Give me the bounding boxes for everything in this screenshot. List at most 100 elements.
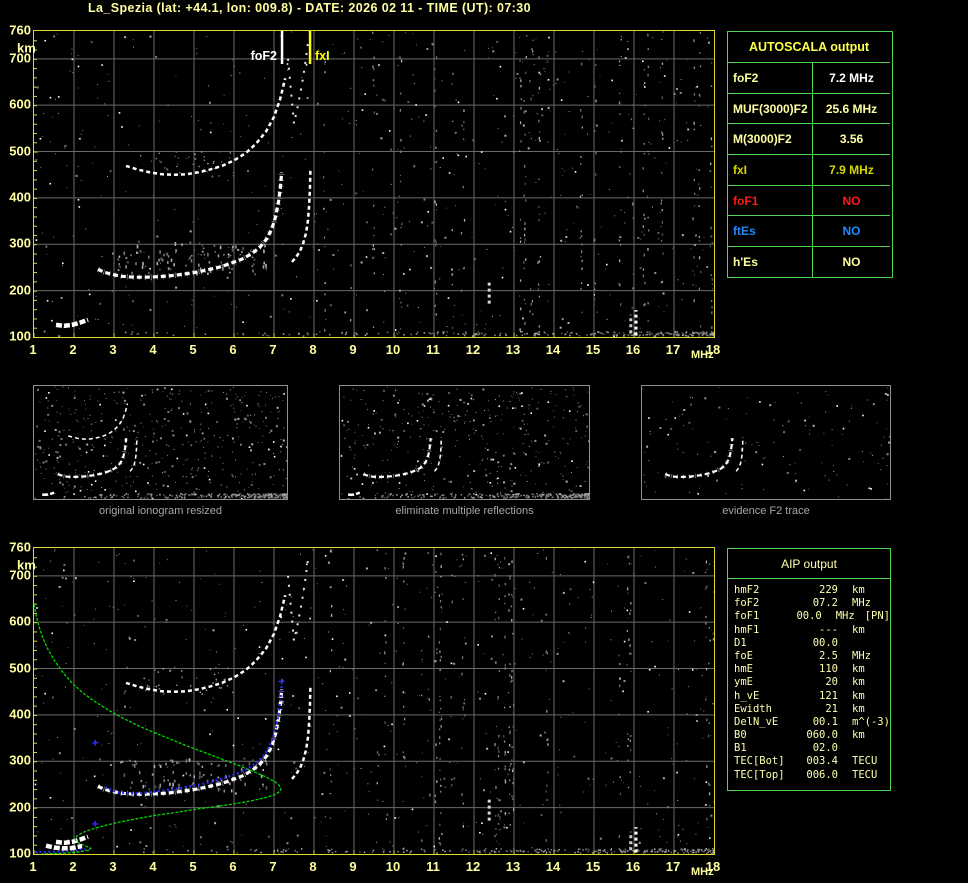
aip-row-unit: km (852, 729, 865, 742)
thumb_evidence-canvas (642, 386, 891, 500)
aip-row-unit: TECU (852, 755, 878, 768)
aip-row-TEC[Bot]: TEC[Bot] 003.4 TECU (734, 755, 890, 768)
y-axis-label: 760 (9, 539, 31, 555)
aip-row-value: 00.1 (812, 715, 838, 728)
x-axis-label: 8 (309, 859, 317, 874)
thumbnail-eliminate-multiples (339, 385, 591, 501)
x-axis-label: 1 (29, 342, 37, 357)
aip-row-foF2: foF2 07.2 MHz (734, 597, 890, 610)
aip-row-label: foE (734, 649, 753, 662)
thumbnail-evidence-f2-trace (641, 385, 891, 500)
aip-row-label: h_vE (734, 689, 760, 702)
aip-row-foE: foE 2.5 MHz (734, 650, 890, 663)
bottom_ionogram-canvas (33, 548, 717, 857)
x-axis-label: 11 (426, 859, 440, 874)
aip-row-value: 003.4 (806, 755, 838, 768)
aip-row-unit: MHz (852, 597, 871, 610)
aip-row-unit: km (852, 584, 865, 596)
y-axis-label: 600 (9, 613, 31, 629)
aip-row-label: hmF2 (734, 584, 760, 596)
aip-row-hmE: hmE 110 km (734, 663, 890, 676)
aip-row-value: 00.0 (796, 610, 822, 623)
aip-row-unit: km (852, 623, 865, 636)
aip-row-value: 229 (819, 584, 838, 596)
x-axis-label: 14 (545, 859, 561, 874)
x-axis-label: 3 (109, 859, 117, 874)
ionogram-plot-top: foF2 fxI (33, 30, 716, 339)
x-axis-label: 4 (149, 342, 157, 357)
aip-row-label: B1 (734, 742, 747, 755)
y-axis-label: 200 (9, 799, 31, 815)
marker-label-fxI: fxI (315, 49, 330, 63)
aip-row-unit: km (852, 676, 865, 689)
aip-row-label: hmF1 (734, 623, 760, 636)
aip-row-unit: km (852, 663, 865, 676)
aip-row-value: --- (819, 623, 838, 636)
x-axis-label: 12 (465, 342, 481, 357)
aip-row-value: 2.5 (819, 649, 838, 662)
y-axis-label: 300 (9, 235, 31, 251)
aip-row-value: 21 (825, 702, 838, 715)
y-axis-unit: km (17, 40, 36, 56)
x-axis-label: 4 (149, 859, 157, 874)
marker-label-foF2: foF2 (251, 49, 277, 63)
x-axis-label: 8 (309, 342, 317, 357)
aip-table-rows: hmF2 229 km foF2 07.2 MHz foF1 00.0 MHz [PN] hmF1-… (728, 579, 890, 782)
aip-row-D1: D1 00.0 (734, 637, 890, 650)
aip-row-value: 07.2 (812, 597, 838, 610)
autoscala-table-header: AUTOSCALA output (748, 40, 870, 54)
x-axis-label: 17 (665, 859, 681, 874)
aip-row-unit: TECU (852, 768, 878, 781)
x-axis-label: 13 (505, 342, 521, 357)
x-axis-label: 10 (385, 342, 401, 357)
x-axis-label: 16 (625, 859, 641, 874)
aip-row-label: TEC[Top] (734, 768, 785, 781)
aip-table-header: AIP output (728, 549, 890, 579)
aip-row-unit: km (852, 689, 865, 702)
thumbnail-original-ionogram (33, 385, 289, 501)
x-axis-label: 1 (29, 859, 37, 874)
autoscala-row-value-h'Es: NO (812, 246, 890, 277)
aip-row-B0: B0 060.0 km (734, 729, 890, 742)
aip-row-foF1: foF1 00.0 MHz [PN] (734, 610, 890, 623)
x-axis-label: 7 (269, 342, 277, 357)
thumbnail-caption-1: original ionogram resized (99, 505, 222, 517)
aip-output-table: AIP output hmF2 229 km foF2 07.2 MHz foF1 00.0 M… (727, 548, 891, 791)
aip-row-hmF1: hmF1 --- km (734, 624, 890, 637)
thumbnail-caption-2: eliminate multiple reflections (395, 505, 534, 517)
thumb_original-canvas (34, 386, 289, 501)
x-axis-label: 2 (69, 859, 77, 874)
x-axis-label: 7 (269, 859, 277, 874)
y-axis-label: 600 (9, 96, 31, 112)
x-axis-label: 14 (545, 342, 561, 357)
x-axis-label: 10 (385, 859, 401, 874)
aip-row-unit: km (852, 702, 865, 715)
x-axis-label: 2 (69, 342, 77, 357)
autoscala-row-value-foF1: NO (812, 184, 890, 216)
aip-row-DelN_vE: DelN_vE 00.1 m^(-3) (734, 716, 890, 729)
x-axis-label: 6 (229, 342, 237, 357)
y-axis-label: 200 (9, 282, 31, 298)
x-axis-unit: MHz (691, 349, 714, 361)
station-title: La_Spezia (lat: +44.1, lon: 009.8) - DAT… (88, 1, 531, 15)
x-axis-label: 17 (665, 342, 681, 357)
aip-row-value: 060.0 (806, 729, 838, 742)
x-axis-label: 12 (465, 859, 481, 874)
autoscala-window: La_Spezia (lat: +44.1, lon: 009.8) - DAT… (0, 0, 968, 883)
autoscala-row-label-h'Es: h'Es (728, 246, 812, 277)
autoscala-row-label-fxI: fxI (728, 154, 812, 185)
x-axis-label: 9 (349, 859, 357, 874)
autoscala-row-label-ftEs: ftEs (728, 215, 812, 246)
x-axis-label: 13 (505, 859, 521, 874)
thumb_no_multiples-canvas (340, 386, 591, 501)
aip-row-label: D1 (734, 636, 747, 649)
x-axis-unit: MHz (691, 866, 714, 878)
y-axis-label: 500 (9, 660, 31, 676)
aip-row-label: hmE (734, 663, 753, 676)
aip-row-unit: MHz (852, 649, 871, 662)
aip-row-value: 110 (819, 663, 838, 676)
aip-row-h_vE: h_vE 121 km (734, 690, 890, 703)
aip-row-label: ymE (734, 676, 753, 689)
aip-row-value: 00.0 (812, 636, 838, 649)
autoscala-row-value-fxI: 7.9 MHz (812, 154, 890, 185)
